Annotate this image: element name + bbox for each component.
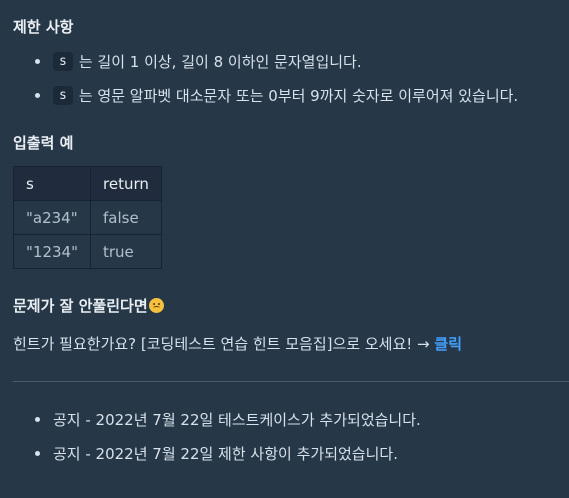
- constraint-text: 는 길이 1 이상, 길이 8 이하인 문자열입니다.: [78, 52, 362, 71]
- constraint-item: s 는 길이 1 이상, 길이 8 이하인 문자열입니다.: [13, 48, 518, 74]
- table-cell: "a234": [13, 200, 91, 235]
- bullet-icon: [35, 59, 40, 64]
- constraints-heading: 제한 사항: [13, 18, 74, 36]
- constraint-text: 는 영문 알파벳 대소문자 또는 0부터 9까지 숫자로 이루어져 있습니다.: [78, 86, 519, 105]
- io-example-heading: 입출력 예: [13, 134, 74, 152]
- hint-link[interactable]: 클릭: [434, 335, 462, 353]
- notice-item: 공지 - 2022년 7월 22일 테스트케이스가 추가되었습니다.: [13, 406, 421, 432]
- sad-face-icon: [148, 298, 164, 313]
- table-cell: "1234": [13, 234, 91, 269]
- notice-list: 공지 - 2022년 7월 22일 테스트케이스가 추가되었습니다. 공지 - …: [13, 406, 421, 466]
- table-row: "a234" false: [13, 200, 162, 235]
- notice-item: 공지 - 2022년 7월 22일 제한 사항이 추가되었습니다.: [13, 440, 421, 466]
- column-header-return: return: [90, 166, 162, 201]
- io-example-table: s return "a234" false "1234" true: [13, 166, 162, 269]
- table-row: "1234" true: [13, 234, 162, 269]
- bullet-icon: [35, 417, 40, 422]
- constraint-item: s 는 영문 알파벳 대소문자 또는 0부터 9까지 숫자로 이루어져 있습니다…: [13, 82, 518, 108]
- hint-text: 힌트가 필요한가요? [코딩테스트 연습 힌트 모음집]으로 오세요! →: [13, 335, 430, 353]
- problem-description: 제한 사항 s 는 길이 1 이상, 길이 8 이하인 문자열입니다. s 는 …: [0, 0, 569, 498]
- table-cell: true: [90, 234, 162, 269]
- constraints-list: s 는 길이 1 이상, 길이 8 이하인 문자열입니다. s 는 영문 알파벳…: [13, 48, 518, 108]
- code-inline: s: [53, 51, 73, 71]
- column-header-s: s: [13, 166, 91, 201]
- bullet-icon: [35, 93, 40, 98]
- table-cell: false: [90, 200, 162, 235]
- bullet-icon: [35, 451, 40, 456]
- notice-text: 공지 - 2022년 7월 22일 제한 사항이 추가되었습니다.: [53, 444, 398, 463]
- code-inline: s: [53, 85, 73, 105]
- notice-text: 공지 - 2022년 7월 22일 테스트케이스가 추가되었습니다.: [53, 410, 421, 429]
- table-header-row: s return: [13, 166, 162, 201]
- hint-heading: 문제가 잘 안풀린다면: [13, 295, 164, 316]
- divider: [13, 381, 569, 382]
- hint-line: 힌트가 필요한가요? [코딩테스트 연습 힌트 모음집]으로 오세요! → 클릭: [13, 333, 462, 354]
- hint-heading-text: 문제가 잘 안풀린다면: [13, 297, 148, 315]
